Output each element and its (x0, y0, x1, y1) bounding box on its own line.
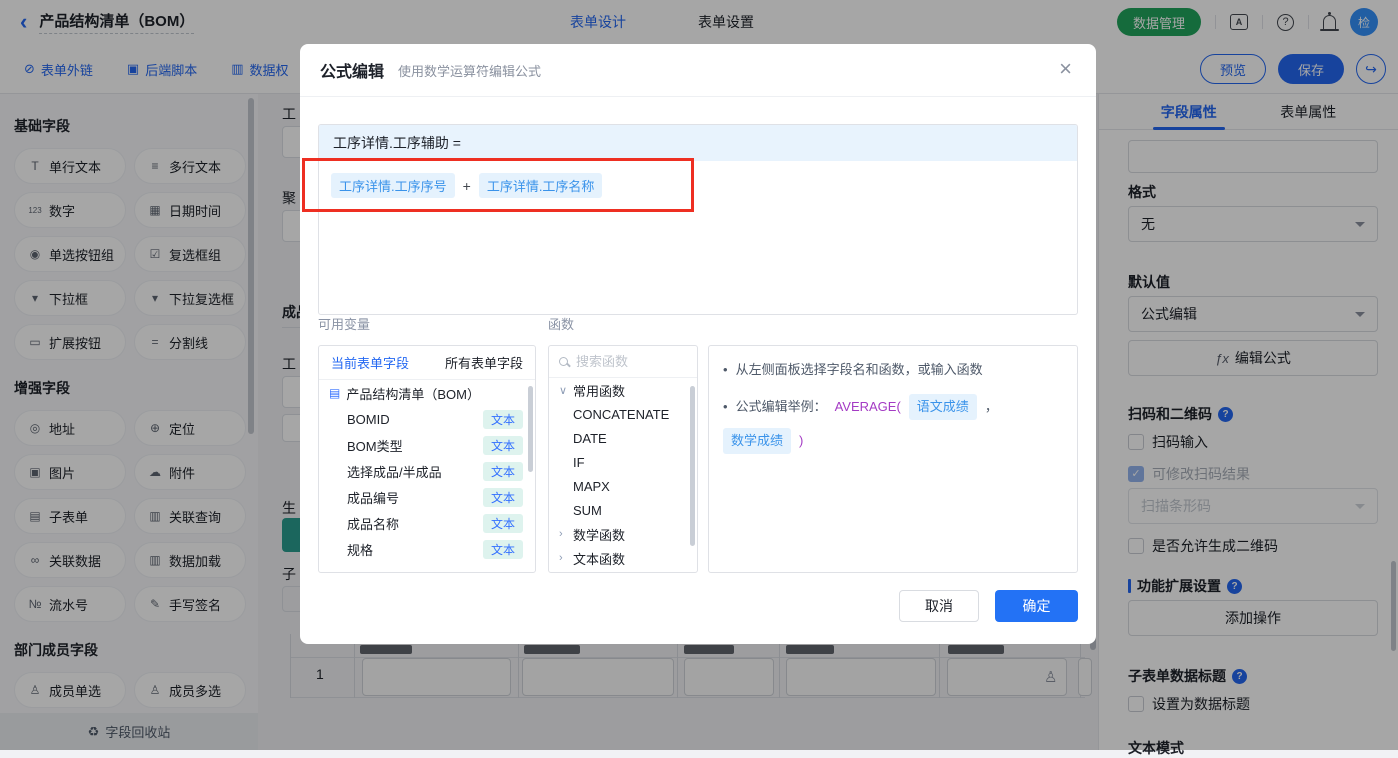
function-item[interactable]: MAPX (549, 474, 697, 498)
example-paren-close: ) (799, 431, 803, 451)
formula-help-panel: • 从左侧面板选择字段名和函数，或输入函数 • 公式编辑举例： AVERAGE(… (708, 345, 1078, 573)
variables-panel: 当前表单字段 所有表单字段 ▤ 产品结构清单（BOM） BOMID 文本 BOM… (318, 345, 536, 573)
formula-field-chip[interactable]: 工序详情.工序名称 (479, 173, 603, 198)
confirm-button[interactable]: 确定 (995, 590, 1078, 622)
variable-field-row[interactable]: 成品编号 文本 (319, 484, 535, 510)
field-name: 成品编号 (347, 488, 399, 507)
variable-field-row[interactable]: 选择成品/半成品 文本 (319, 458, 535, 484)
formula-edit-modal: 公式编辑 使用数学运算符编辑公式 × 工序详情.工序辅助 = 工序详情.工序序号… (300, 44, 1096, 644)
formula-operator: + (463, 178, 471, 194)
variable-field-row[interactable]: 成品名称 文本 (319, 510, 535, 536)
variables-scrollbar[interactable] (528, 386, 533, 472)
search-icon (559, 357, 568, 366)
field-type-badge: 文本 (483, 410, 523, 429)
function-search-input[interactable] (576, 354, 676, 369)
chevron-right-icon: › (559, 552, 567, 564)
field-name: BOMID (347, 412, 390, 427)
function-item[interactable]: SUM (549, 498, 697, 522)
chevron-right-icon: › (559, 528, 567, 540)
field-type-badge: 文本 (483, 436, 523, 455)
form-node[interactable]: ▤ 产品结构清单（BOM） (319, 380, 535, 406)
field-name: 成品名称 (347, 514, 399, 533)
cancel-button[interactable]: 取消 (899, 590, 979, 622)
bullet: • (723, 360, 728, 380)
field-type-badge: 文本 (483, 488, 523, 507)
variables-label: 可用变量 (318, 314, 370, 333)
help-tip: 从左侧面板选择字段名和函数，或输入函数 (736, 360, 983, 380)
function-item[interactable]: IF (549, 450, 697, 474)
function-group-common[interactable]: ∨ 常用函数 (549, 378, 697, 402)
functions-scrollbar[interactable] (690, 386, 695, 546)
example-comma: ， (985, 397, 998, 417)
formula-target: 工序详情.工序辅助 = (319, 125, 1077, 161)
field-type-badge: 文本 (483, 540, 523, 559)
modal-subtitle: 使用数学运算符编辑公式 (398, 61, 541, 80)
function-item[interactable]: DATE (549, 426, 697, 450)
function-group-math[interactable]: › 数学函数 (549, 522, 697, 546)
function-group-text[interactable]: › 文本函数 (549, 546, 697, 570)
tab-all-form-fields[interactable]: 所有表单字段 (445, 353, 523, 372)
tab-current-form-fields[interactable]: 当前表单字段 (331, 353, 409, 372)
form-name: 产品结构清单（BOM） (346, 384, 480, 403)
example-function-name: AVERAGE( (835, 397, 901, 417)
close-icon[interactable]: × (1059, 58, 1072, 80)
variable-field-row[interactable]: 规格 文本 (319, 536, 535, 562)
bullet: • (723, 397, 728, 417)
functions-panel: ∨ 常用函数 CONCATENATE DATE IF MAPX SUM › 数学… (548, 345, 698, 573)
form-doc-icon: ▤ (329, 386, 340, 400)
field-type-badge: 文本 (483, 462, 523, 481)
group-label: 常用函数 (573, 381, 625, 400)
group-label: 数学函数 (573, 525, 625, 544)
modal-title: 公式编辑 (320, 58, 384, 82)
function-item[interactable]: CONCATENATE (549, 402, 697, 426)
field-name: 规格 (347, 540, 373, 559)
formula-editor[interactable]: 工序详情.工序辅助 = 工序详情.工序序号 + 工序详情.工序名称 (318, 124, 1078, 315)
variable-field-row[interactable]: BOMID 文本 (319, 406, 535, 432)
group-label: 文本函数 (573, 549, 625, 568)
chevron-down-icon: ∨ (559, 384, 567, 397)
formula-field-chip[interactable]: 工序详情.工序序号 (331, 173, 455, 198)
functions-label: 函数 (548, 314, 574, 333)
example-field-chip: 数学成绩 (723, 428, 791, 454)
field-name: BOM类型 (347, 436, 403, 455)
help-example-prefix: 公式编辑举例： (736, 397, 827, 417)
field-name: 选择成品/半成品 (347, 462, 442, 481)
field-type-badge: 文本 (483, 514, 523, 533)
example-field-chip: 语文成绩 (909, 394, 977, 420)
variable-field-row[interactable]: BOM类型 文本 (319, 432, 535, 458)
